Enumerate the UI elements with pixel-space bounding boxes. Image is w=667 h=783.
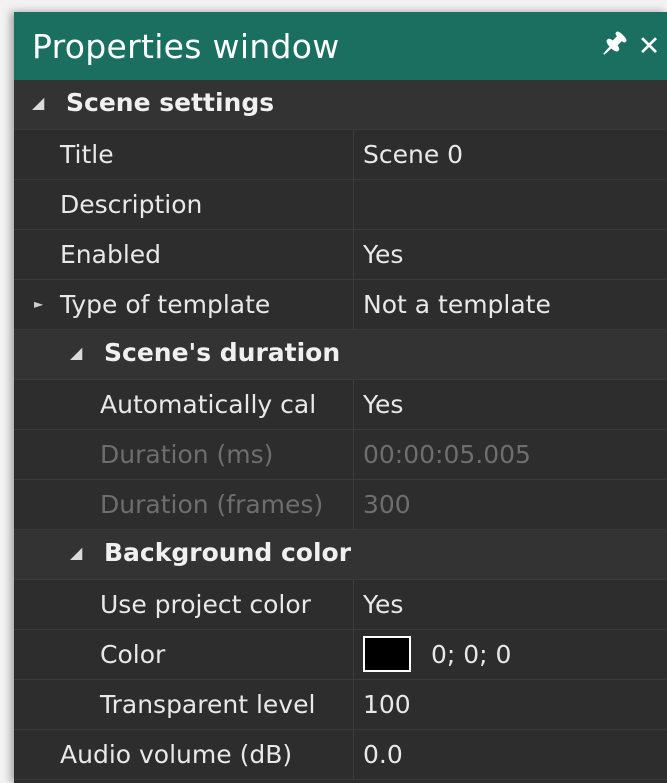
property-value[interactable]: Yes [354,380,667,429]
property-label: Audio volume (dB) [54,730,354,779]
property-value[interactable]: Yes [354,580,667,629]
property-label: Transparent level [94,680,354,729]
section-scene-settings[interactable]: ◢ Scene settings [14,80,667,130]
property-value: 00:00:05.005 [363,440,531,469]
property-value[interactable]: Yes [354,230,667,279]
section-label: Scene's duration [104,338,341,367]
property-value: 300 [363,490,411,519]
property-grid: ◢ Scene settings Title Scene 0 Descripti… [14,80,667,780]
properties-window: Properties window 🖈 ✕ ◢ Scene settings T… [14,12,667,783]
property-row-template-type[interactable]: ► Type of template Not a template [14,280,667,330]
property-row-transparent-level[interactable]: Transparent level 100 [14,680,667,730]
property-row-use-project-color[interactable]: Use project color Yes [14,580,667,630]
property-row-enabled[interactable]: Enabled Yes [14,230,667,280]
collapse-triangle-icon[interactable]: ◢ [70,543,82,562]
property-label: Use project color [94,580,354,629]
color-swatch[interactable] [363,636,411,672]
collapse-triangle-icon[interactable]: ◢ [70,343,82,362]
property-label: Type of template [54,280,354,329]
expand-arrow-icon[interactable]: ► [34,280,43,329]
section-background-color[interactable]: ◢ Background color [14,530,667,580]
property-label: Automatically cal [94,380,354,429]
close-icon[interactable]: ✕ [635,31,663,62]
property-row-audio-volume[interactable]: Audio volume (dB) 0.0 [14,730,667,780]
property-row-duration-ms: Duration (ms) 00:00:05.005 [14,430,667,480]
property-value[interactable]: Not a template [354,280,667,329]
property-label: Color [94,630,354,679]
property-value[interactable]: Scene 0 [354,130,667,179]
section-label: Background color [104,538,352,567]
property-label: Duration (ms) [94,430,354,479]
collapse-triangle-icon[interactable]: ◢ [32,93,44,112]
property-label: Title [54,130,354,179]
window-titlebar: Properties window 🖈 ✕ [14,12,667,80]
section-label: Scene settings [66,88,275,117]
property-row-duration-frames: Duration (frames) 300 [14,480,667,530]
color-value-text: 0; 0; 0 [431,640,512,669]
property-row-title[interactable]: Title Scene 0 [14,130,667,180]
property-label: Enabled [54,230,354,279]
pin-icon[interactable]: 🖈 [601,23,629,69]
property-row-description[interactable]: Description [14,180,667,230]
property-row-auto-calc[interactable]: Automatically cal Yes [14,380,667,430]
property-label: Description [54,180,354,229]
property-label: Duration (frames) [94,480,354,529]
property-value[interactable]: 0; 0; 0 [354,630,667,679]
property-value[interactable] [354,180,667,229]
property-row-color[interactable]: Color 0; 0; 0 [14,630,667,680]
section-scenes-duration[interactable]: ◢ Scene's duration [14,330,667,380]
property-value[interactable]: 0.0 [354,730,667,779]
window-title: Properties window [32,26,340,66]
property-value[interactable]: 100 [354,680,667,729]
